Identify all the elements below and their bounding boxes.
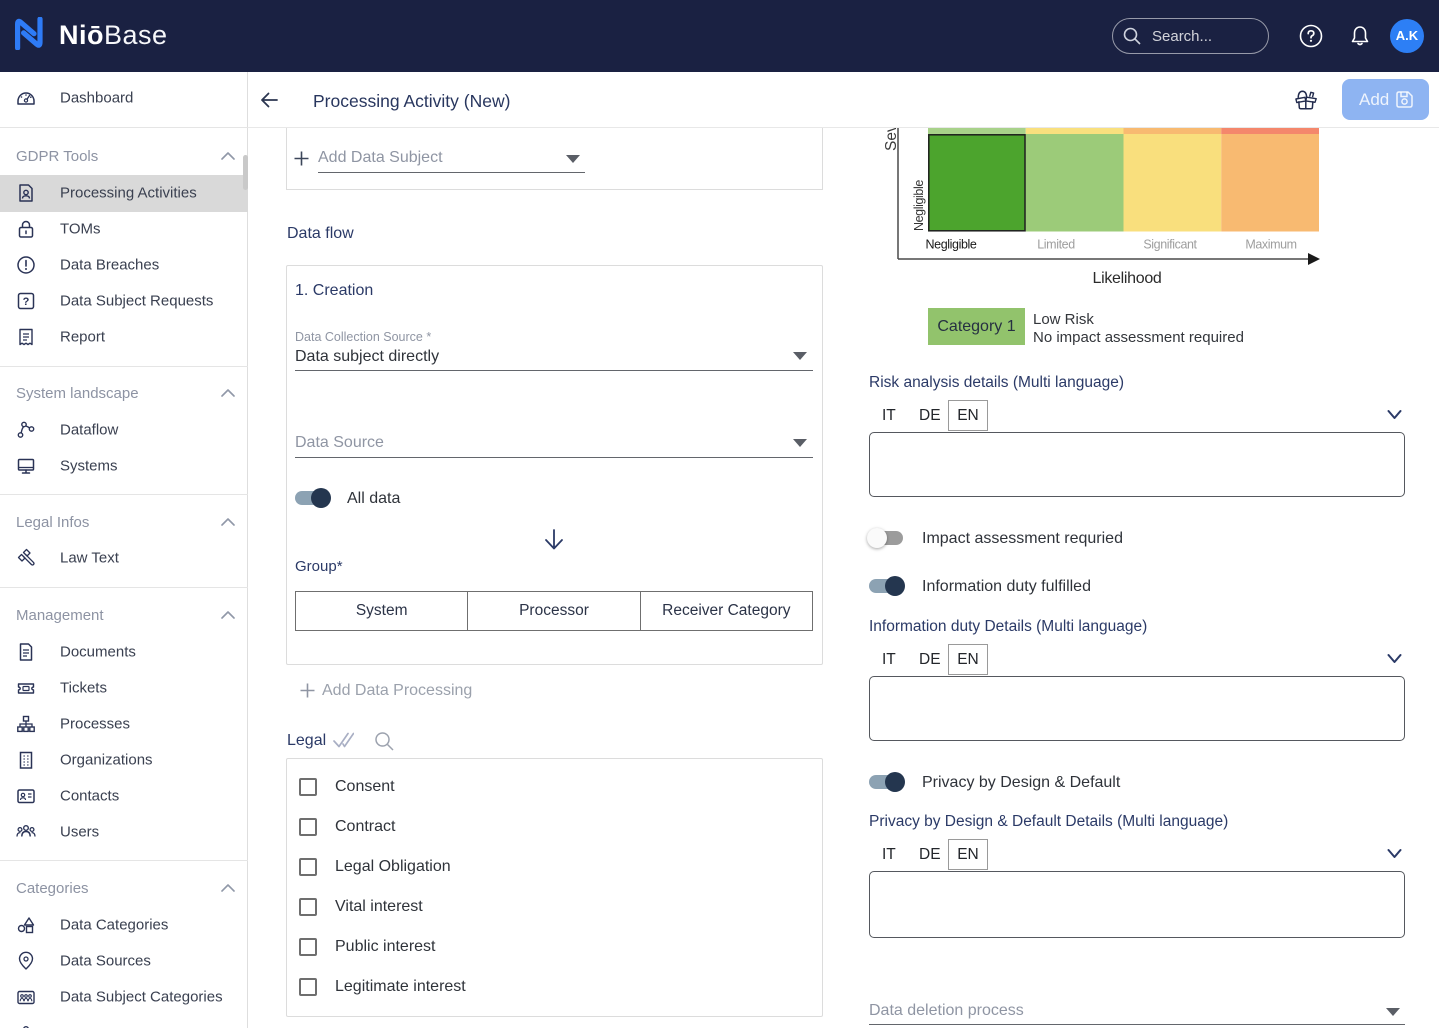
- svg-text:Negligible: Negligible: [926, 238, 977, 252]
- svg-text:Maximum: Maximum: [1245, 238, 1296, 252]
- svg-text:Severity: Severity: [883, 128, 900, 151]
- svg-text:Significant: Significant: [1143, 238, 1197, 252]
- svg-text:?: ?: [23, 296, 30, 308]
- svg-text:Likelihood: Likelihood: [1092, 270, 1161, 287]
- svg-text:Limited: Limited: [1037, 238, 1075, 252]
- svg-text:Negligible: Negligible: [912, 180, 926, 231]
